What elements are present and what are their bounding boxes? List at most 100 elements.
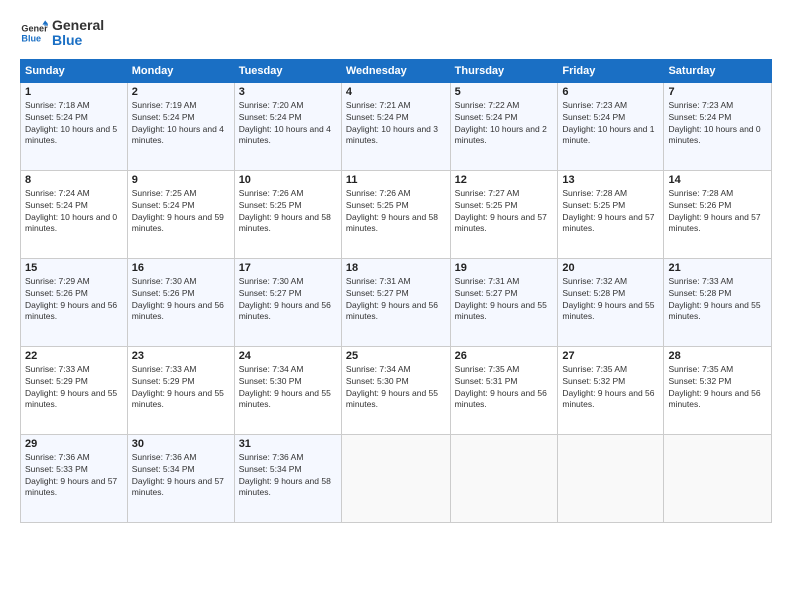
dow-header: Sunday [21, 59, 128, 82]
calendar-cell [341, 434, 450, 522]
day-info: Sunrise: 7:35 AM Sunset: 5:32 PM Dayligh… [668, 364, 767, 412]
header: General Blue General Blue [20, 18, 772, 49]
day-info: Sunrise: 7:24 AM Sunset: 5:24 PM Dayligh… [25, 188, 123, 236]
day-info: Sunrise: 7:28 AM Sunset: 5:25 PM Dayligh… [562, 188, 659, 236]
calendar-cell: 24 Sunrise: 7:34 AM Sunset: 5:30 PM Dayl… [234, 346, 341, 434]
day-info: Sunrise: 7:23 AM Sunset: 5:24 PM Dayligh… [668, 100, 767, 148]
day-number: 23 [132, 350, 230, 362]
calendar-cell: 19 Sunrise: 7:31 AM Sunset: 5:27 PM Dayl… [450, 258, 558, 346]
svg-text:Blue: Blue [21, 34, 41, 44]
day-info: Sunrise: 7:30 AM Sunset: 5:27 PM Dayligh… [239, 276, 337, 324]
day-info: Sunrise: 7:23 AM Sunset: 5:24 PM Dayligh… [562, 100, 659, 148]
day-number: 9 [132, 174, 230, 186]
calendar-cell: 5 Sunrise: 7:22 AM Sunset: 5:24 PM Dayli… [450, 82, 558, 170]
day-number: 11 [346, 174, 446, 186]
dow-header: Monday [127, 59, 234, 82]
calendar-cell: 21 Sunrise: 7:33 AM Sunset: 5:28 PM Dayl… [664, 258, 772, 346]
day-number: 20 [562, 262, 659, 274]
calendar-cell: 22 Sunrise: 7:33 AM Sunset: 5:29 PM Dayl… [21, 346, 128, 434]
day-info: Sunrise: 7:18 AM Sunset: 5:24 PM Dayligh… [25, 100, 123, 148]
day-info: Sunrise: 7:20 AM Sunset: 5:24 PM Dayligh… [239, 100, 337, 148]
day-info: Sunrise: 7:34 AM Sunset: 5:30 PM Dayligh… [346, 364, 446, 412]
day-number: 10 [239, 174, 337, 186]
calendar-cell [450, 434, 558, 522]
calendar-cell: 30 Sunrise: 7:36 AM Sunset: 5:34 PM Dayl… [127, 434, 234, 522]
day-number: 29 [25, 438, 123, 450]
day-number: 21 [668, 262, 767, 274]
day-number: 15 [25, 262, 123, 274]
day-number: 30 [132, 438, 230, 450]
calendar-cell: 17 Sunrise: 7:30 AM Sunset: 5:27 PM Dayl… [234, 258, 341, 346]
day-info: Sunrise: 7:31 AM Sunset: 5:27 PM Dayligh… [455, 276, 554, 324]
dow-header: Saturday [664, 59, 772, 82]
day-info: Sunrise: 7:35 AM Sunset: 5:31 PM Dayligh… [455, 364, 554, 412]
calendar-week-row: 8 Sunrise: 7:24 AM Sunset: 5:24 PM Dayli… [21, 170, 772, 258]
day-info: Sunrise: 7:33 AM Sunset: 5:29 PM Dayligh… [25, 364, 123, 412]
day-info: Sunrise: 7:35 AM Sunset: 5:32 PM Dayligh… [562, 364, 659, 412]
calendar-cell: 29 Sunrise: 7:36 AM Sunset: 5:33 PM Dayl… [21, 434, 128, 522]
page: General Blue General Blue SundayMondayTu… [0, 0, 792, 612]
day-info: Sunrise: 7:30 AM Sunset: 5:26 PM Dayligh… [132, 276, 230, 324]
day-info: Sunrise: 7:33 AM Sunset: 5:28 PM Dayligh… [668, 276, 767, 324]
day-number: 13 [562, 174, 659, 186]
day-number: 28 [668, 350, 767, 362]
day-number: 8 [25, 174, 123, 186]
dow-header: Wednesday [341, 59, 450, 82]
day-number: 27 [562, 350, 659, 362]
day-number: 12 [455, 174, 554, 186]
calendar-cell [558, 434, 664, 522]
calendar-cell: 14 Sunrise: 7:28 AM Sunset: 5:26 PM Dayl… [664, 170, 772, 258]
calendar-week-row: 15 Sunrise: 7:29 AM Sunset: 5:26 PM Dayl… [21, 258, 772, 346]
calendar-table: SundayMondayTuesdayWednesdayThursdayFrid… [20, 59, 772, 523]
calendar-cell: 31 Sunrise: 7:36 AM Sunset: 5:34 PM Dayl… [234, 434, 341, 522]
day-number: 6 [562, 86, 659, 98]
day-info: Sunrise: 7:36 AM Sunset: 5:34 PM Dayligh… [239, 452, 337, 500]
dow-header: Thursday [450, 59, 558, 82]
calendar-cell: 8 Sunrise: 7:24 AM Sunset: 5:24 PM Dayli… [21, 170, 128, 258]
calendar-cell: 4 Sunrise: 7:21 AM Sunset: 5:24 PM Dayli… [341, 82, 450, 170]
calendar-cell: 20 Sunrise: 7:32 AM Sunset: 5:28 PM Dayl… [558, 258, 664, 346]
day-number: 19 [455, 262, 554, 274]
day-header-row: SundayMondayTuesdayWednesdayThursdayFrid… [21, 59, 772, 82]
calendar-body: 1 Sunrise: 7:18 AM Sunset: 5:24 PM Dayli… [21, 82, 772, 522]
calendar-week-row: 29 Sunrise: 7:36 AM Sunset: 5:33 PM Dayl… [21, 434, 772, 522]
day-info: Sunrise: 7:22 AM Sunset: 5:24 PM Dayligh… [455, 100, 554, 148]
calendar-week-row: 1 Sunrise: 7:18 AM Sunset: 5:24 PM Dayli… [21, 82, 772, 170]
day-info: Sunrise: 7:26 AM Sunset: 5:25 PM Dayligh… [239, 188, 337, 236]
calendar-cell: 28 Sunrise: 7:35 AM Sunset: 5:32 PM Dayl… [664, 346, 772, 434]
day-info: Sunrise: 7:33 AM Sunset: 5:29 PM Dayligh… [132, 364, 230, 412]
calendar-cell: 25 Sunrise: 7:34 AM Sunset: 5:30 PM Dayl… [341, 346, 450, 434]
day-number: 31 [239, 438, 337, 450]
calendar-cell: 13 Sunrise: 7:28 AM Sunset: 5:25 PM Dayl… [558, 170, 664, 258]
day-info: Sunrise: 7:21 AM Sunset: 5:24 PM Dayligh… [346, 100, 446, 148]
dow-header: Tuesday [234, 59, 341, 82]
day-number: 5 [455, 86, 554, 98]
day-info: Sunrise: 7:28 AM Sunset: 5:26 PM Dayligh… [668, 188, 767, 236]
calendar-cell: 2 Sunrise: 7:19 AM Sunset: 5:24 PM Dayli… [127, 82, 234, 170]
calendar-cell: 12 Sunrise: 7:27 AM Sunset: 5:25 PM Dayl… [450, 170, 558, 258]
logo-icon: General Blue [20, 19, 48, 47]
calendar-week-row: 22 Sunrise: 7:33 AM Sunset: 5:29 PM Dayl… [21, 346, 772, 434]
day-number: 22 [25, 350, 123, 362]
day-info: Sunrise: 7:36 AM Sunset: 5:33 PM Dayligh… [25, 452, 123, 500]
calendar-cell: 18 Sunrise: 7:31 AM Sunset: 5:27 PM Dayl… [341, 258, 450, 346]
day-number: 2 [132, 86, 230, 98]
calendar-cell: 1 Sunrise: 7:18 AM Sunset: 5:24 PM Dayli… [21, 82, 128, 170]
dow-header: Friday [558, 59, 664, 82]
day-info: Sunrise: 7:27 AM Sunset: 5:25 PM Dayligh… [455, 188, 554, 236]
calendar-cell: 7 Sunrise: 7:23 AM Sunset: 5:24 PM Dayli… [664, 82, 772, 170]
calendar-cell: 10 Sunrise: 7:26 AM Sunset: 5:25 PM Dayl… [234, 170, 341, 258]
calendar-cell: 16 Sunrise: 7:30 AM Sunset: 5:26 PM Dayl… [127, 258, 234, 346]
day-info: Sunrise: 7:29 AM Sunset: 5:26 PM Dayligh… [25, 276, 123, 324]
calendar-cell: 26 Sunrise: 7:35 AM Sunset: 5:31 PM Dayl… [450, 346, 558, 434]
day-number: 18 [346, 262, 446, 274]
day-number: 26 [455, 350, 554, 362]
day-info: Sunrise: 7:31 AM Sunset: 5:27 PM Dayligh… [346, 276, 446, 324]
calendar-cell [664, 434, 772, 522]
day-number: 14 [668, 174, 767, 186]
day-info: Sunrise: 7:34 AM Sunset: 5:30 PM Dayligh… [239, 364, 337, 412]
logo-general: General [52, 18, 104, 33]
day-number: 25 [346, 350, 446, 362]
day-info: Sunrise: 7:32 AM Sunset: 5:28 PM Dayligh… [562, 276, 659, 324]
calendar-cell: 3 Sunrise: 7:20 AM Sunset: 5:24 PM Dayli… [234, 82, 341, 170]
